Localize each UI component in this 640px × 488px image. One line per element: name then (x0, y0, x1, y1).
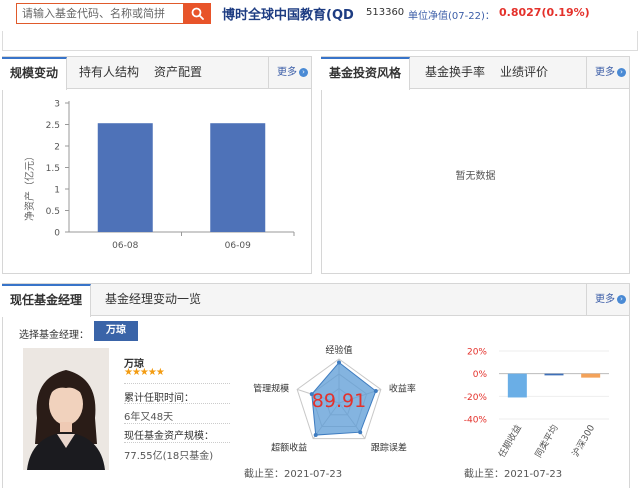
perf-y-tick-label: 0% (473, 370, 488, 380)
divider (124, 442, 230, 443)
radar-point (358, 430, 363, 435)
tab-asset-allocation[interactable]: 资产配置 (154, 57, 202, 89)
perf-category-label: 同类平均 (532, 423, 560, 460)
search-icon (191, 7, 204, 20)
scale-more-link[interactable]: 更多 › (268, 57, 308, 89)
assets-value: 77.55亿(18只基金) (124, 451, 214, 462)
tab-investment-style[interactable]: 基金投资风格 (321, 57, 411, 90)
tab-turnover-rate[interactable]: 基金换手率 (425, 57, 485, 89)
y-tick-label: 0 (54, 229, 60, 239)
radar-axis-label: 经验值 (325, 344, 352, 356)
x-tick-label: 06-09 (225, 241, 251, 251)
scale-chart-bars (97, 123, 266, 232)
manager-radar-chart: 经验值收益率跟踪误差 超额收益 管理规模 89.91 (253, 344, 416, 454)
style-panel: 基金投资风格 基金换手率 业绩评价 更多 › 暂无数据 (321, 56, 630, 274)
radar-deadline: 截止至：2021-07-23 (244, 469, 343, 480)
manager-panel: 现任基金经理 基金经理变动一览 更多 › 选择基金经理： 万琼 万琼 ★★★★★ … (2, 283, 630, 488)
top-bar: 博时全球中国教育(QD 513360 单位净值(07-22)： 0.8027(0… (0, 0, 640, 28)
perf-deadline: 截止至：2021-07-23 (464, 469, 563, 480)
perf-y-tick-label: 20% (467, 348, 487, 358)
radar-axis-label: 跟踪误差 (371, 442, 407, 454)
y-tick-label: 3 (54, 100, 60, 110)
x-tick-label: 06-08 (112, 241, 138, 251)
perf-chart-bars (507, 373, 601, 398)
perf-y-tick-label: -40% (464, 416, 488, 426)
perf-y-tick-label: -20% (464, 393, 488, 403)
manager-avatar (23, 348, 109, 470)
manager-performance-chart: 20% 0% -20% -40% 任期收益 同类平均 沪深300 (464, 348, 609, 460)
manager-rating-stars: ★★★★★ (124, 367, 165, 378)
tab-performance-review[interactable]: 业绩评价 (500, 57, 548, 89)
search-input[interactable] (17, 4, 183, 23)
divider (124, 383, 230, 384)
divider (124, 403, 230, 404)
tab-scale-change[interactable]: 规模变动 (2, 57, 68, 90)
style-more-link[interactable]: 更多 › (586, 57, 626, 89)
scale-panel: 规模变动 持有人结构 资产配置 更多 › 0 0.5 1 1.5 2 2.5 3 06-08 06… (2, 56, 312, 274)
radar-point (313, 433, 318, 438)
more-label: 更多 (595, 67, 615, 78)
perf-bar-1 (544, 373, 564, 376)
radar-point (309, 392, 314, 397)
no-data-text: 暂无数据 (455, 171, 496, 182)
perf-category-label: 沪深300 (569, 422, 597, 459)
tab-holder-structure[interactable]: 持有人结构 (79, 57, 139, 89)
radar-axis-label: 收益率 (389, 382, 416, 394)
divider (124, 423, 230, 424)
bar-06-08 (97, 123, 153, 232)
y-tick-label: 2 (54, 143, 60, 153)
radar-score: 89.91 (312, 390, 366, 412)
tab-manager-changes[interactable]: 基金经理变动一览 (105, 284, 201, 316)
select-manager-label: 选择基金经理： (19, 330, 89, 341)
assets-label: 现任基金资产规模： (124, 431, 214, 442)
search-button[interactable] (184, 3, 211, 24)
perf-category-label: 任期收益 (496, 423, 524, 460)
tenure-value: 6年又48天 (124, 412, 174, 423)
more-arrow-icon: › (299, 67, 308, 77)
manager-tabbar: 现任基金经理 基金经理变动一览 更多 › (2, 284, 629, 317)
more-arrow-icon: › (617, 294, 626, 304)
nav-value: 0.8027(0.19%) (499, 6, 590, 19)
tenure-label: 累计任职时间： (124, 393, 194, 404)
fund-name: 博时全球中国教育(QD (222, 8, 354, 23)
bar-06-09 (210, 123, 266, 232)
perf-chart-axis: 20% 0% -20% -40% (464, 348, 609, 426)
radar-axis-label: 超额收益 (271, 442, 307, 454)
manager-more-link[interactable]: 更多 › (586, 284, 626, 316)
style-tabbar: 基金投资风格 基金换手率 业绩评价 更多 › (321, 57, 629, 90)
scale-tabbar: 规模变动 持有人结构 资产配置 更多 › (2, 57, 311, 90)
perf-bar-2 (581, 373, 601, 378)
radar-axis-label: 管理规模 (253, 382, 289, 394)
tab-current-manager[interactable]: 现任基金经理 (2, 284, 92, 317)
y-tick-label: 2.5 (46, 121, 60, 131)
radar-point (373, 389, 378, 394)
y-tick-label: 1 (54, 186, 60, 196)
manager-select-button[interactable]: 万琼 (94, 321, 138, 341)
more-arrow-icon: › (617, 67, 626, 77)
fund-code: 513360 (366, 7, 405, 18)
nav-label: 单位净值(07-22)： (408, 11, 495, 22)
scale-chart: 0 0.5 1 1.5 2 2.5 3 06-08 06-09 净资产（亿元） (23, 100, 295, 251)
y-tick-label: 0.5 (46, 207, 60, 217)
more-label: 更多 (595, 294, 615, 305)
scale-chart-ylabel: 净资产（亿元） (23, 151, 36, 221)
content-strip (2, 31, 638, 51)
y-tick-label: 1.5 (46, 164, 60, 174)
search-box[interactable] (16, 3, 184, 24)
radar-point (337, 360, 341, 365)
more-label: 更多 (277, 67, 297, 78)
manager-photo (23, 348, 109, 470)
perf-chart-categories: 任期收益 同类平均 沪深300 (496, 422, 598, 459)
perf-bar-0 (507, 373, 527, 398)
